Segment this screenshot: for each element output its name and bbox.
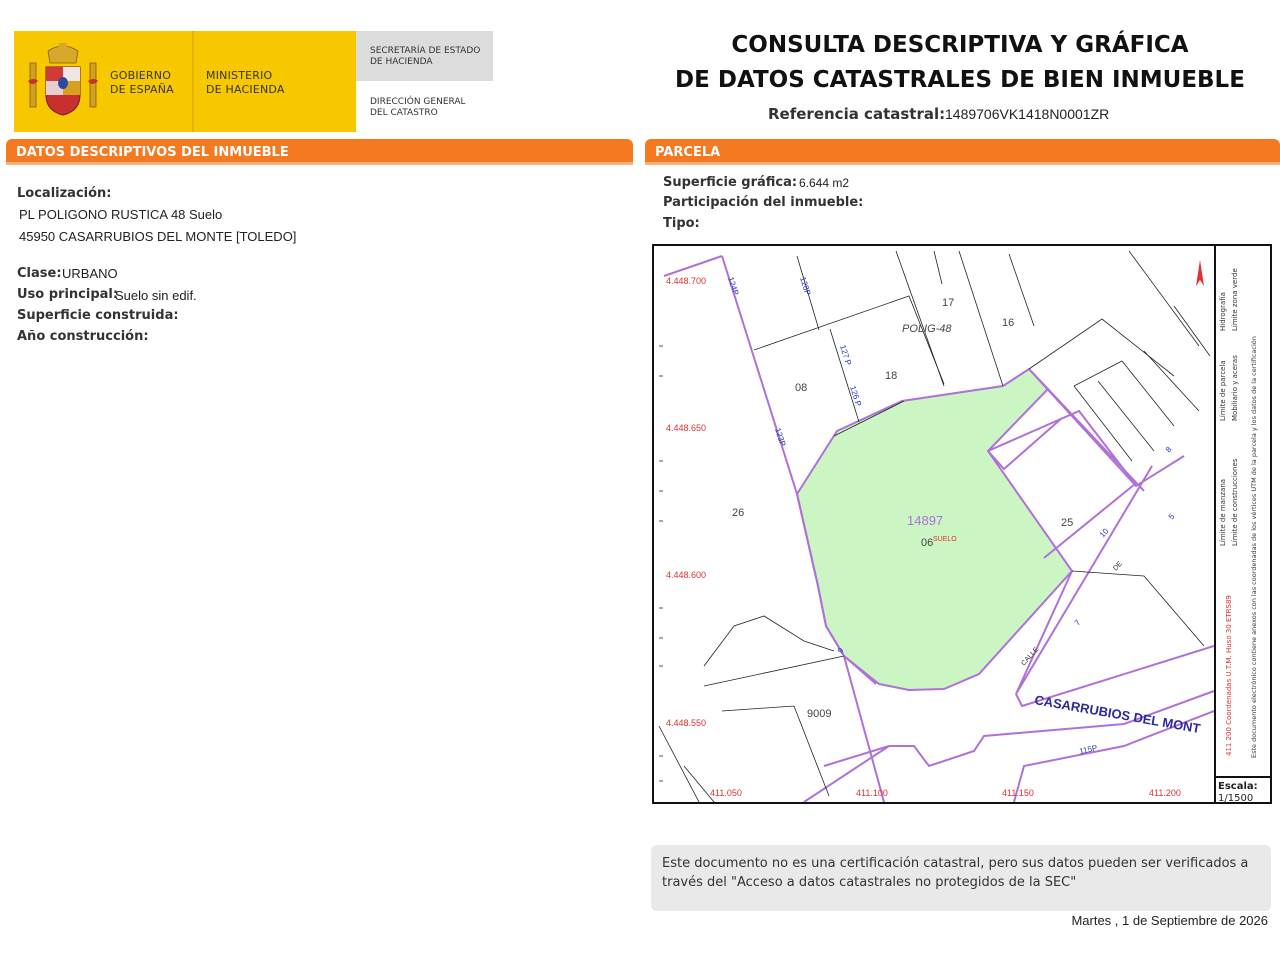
scale-value: 1/1500	[1218, 793, 1254, 804]
notice-line2: través del "Acceso a datos catastrales n…	[662, 875, 1077, 890]
direccion-text: DIRECCIÓN GENERAL DEL CATASTRO	[370, 97, 466, 119]
coord-x-3: 411.150	[1002, 788, 1034, 798]
cadastral-map[interactable]: 4.448.700 4.448.650 4.448.600 4.448.550 …	[652, 244, 1272, 804]
street-word-de: DE	[1112, 560, 1124, 572]
parcel-sub-label: 06	[921, 537, 933, 549]
road-126p: 126 P	[848, 385, 863, 408]
north-arrow-icon	[1196, 260, 1204, 286]
document-date: Martes , 1 de Septiembre de 2026	[1071, 913, 1268, 928]
participacion-label: Participación del inmueble:	[663, 195, 864, 210]
notice-line1: Este documento no es una certificación c…	[662, 856, 1249, 871]
legend-limite-parcela: Límite de parcela	[1219, 360, 1227, 421]
secretaria-line1: SECRETARÍA DE ESTADO	[370, 46, 481, 56]
polig-label: POLIG-48	[902, 323, 952, 335]
verification-notice: Este documento no es una certificación c…	[651, 845, 1271, 911]
clase-label: Clase:	[17, 266, 62, 281]
legend-construcciones: Límite de construcciones	[1231, 458, 1239, 546]
road-8: 8	[1164, 445, 1174, 455]
suelo-label: SUELO	[933, 536, 957, 543]
ministerio-line2: DE HACIENDA	[206, 83, 285, 96]
ministerio-text: MINISTERIO DE HACIENDA	[206, 69, 285, 97]
parcela-section-header: PARCELA	[645, 139, 1280, 165]
legend-utm: 411 200 Coordenadas U.T.M. Huso 30 ETRS8…	[1225, 595, 1233, 756]
logo-divider	[192, 31, 194, 132]
road-5: 5	[1167, 512, 1177, 522]
ref-catastral-value: 1489706VK1418N0001ZR	[945, 106, 1110, 122]
clase-value: URBANO	[62, 266, 118, 281]
uso-value: Suelo sin edif.	[115, 288, 197, 303]
coord-x-2: 411.100	[856, 788, 888, 798]
direccion-line2: DEL CATASTRO	[370, 108, 438, 118]
coord-y-1: 4.448.700	[666, 276, 706, 286]
gobierno-line1: GOBIERNO	[110, 69, 172, 82]
scale-label: Escala:	[1218, 781, 1258, 792]
secretaria-text: SECRETARÍA DE ESTADO DE HACIENDA	[370, 46, 480, 68]
parcel-label-16: 16	[1002, 317, 1014, 329]
page-title-line2: DE DATOS CATASTRALES DE BIEN INMUEBLE	[675, 67, 1245, 93]
legend-separator	[1214, 246, 1216, 802]
road-7: 7	[1073, 618, 1083, 628]
superficie-construida-label: Superficie construida:	[17, 308, 179, 323]
edge-ticks	[659, 345, 663, 782]
localizacion-line2: 45950 CASARRUBIOS DEL MONTE [TOLEDO]	[19, 229, 297, 244]
parcel-label-17: 17	[942, 297, 954, 309]
parcel-number: 14897	[907, 513, 943, 528]
coat-of-arms-icon	[28, 43, 98, 116]
coord-y-3: 4.448.600	[666, 570, 706, 580]
localizacion-line1: PL POLIGONO RUSTICA 48 Suelo	[19, 207, 223, 222]
parcel-label-08: 08	[795, 382, 807, 394]
coord-x-1: 411.050	[710, 788, 742, 798]
superficie-grafica-label: Superficie gráfica:	[663, 175, 798, 190]
coord-x-4: 411.200	[1149, 788, 1181, 798]
government-logo	[14, 31, 356, 132]
coord-y-2: 4.448.650	[666, 423, 706, 433]
superficie-grafica-value: 6.644 m2	[799, 176, 850, 190]
legend-zona-verde: Límite zona verde	[1231, 268, 1239, 331]
anio-construccion-label: Año construcción:	[17, 329, 149, 344]
parcel-label-18: 18	[885, 370, 897, 382]
direccion-line1: DIRECCIÓN GENERAL	[370, 97, 466, 107]
secretaria-line2: DE HACIENDA	[370, 57, 433, 67]
legend-documento-note: Este documento electrónico contiene anex…	[1250, 336, 1258, 758]
road-124p: 124P	[726, 276, 740, 297]
ref-catastral-label: Referencia catastral:	[768, 105, 946, 123]
parcel-label-26: 26	[732, 507, 744, 519]
tipo-label: Tipo:	[663, 216, 700, 231]
road-123p: 123P	[773, 427, 787, 448]
parcel-area	[795, 367, 1074, 692]
parcel-label-9009: 9009	[807, 708, 831, 720]
ministerio-line1: MINISTERIO	[206, 69, 273, 82]
localizacion-label: Localización:	[17, 186, 112, 201]
legend-mobiliario: Mobiliario y aceras	[1231, 355, 1239, 421]
coord-y-4: 4.448.550	[666, 718, 706, 728]
legend-limite-manzana: Límite de manzana	[1219, 478, 1227, 546]
legend-hidrografia: Hidrografía	[1219, 292, 1227, 331]
gobierno-line2: DE ESPAÑA	[110, 83, 174, 96]
uso-label: Uso principal:	[17, 287, 119, 302]
map-drawing: 4.448.700 4.448.650 4.448.600 4.448.550 …	[658, 250, 1214, 802]
datos-section-header: DATOS DESCRIPTIVOS DEL INMUEBLE	[6, 139, 633, 165]
road-115p: 115P	[1079, 743, 1099, 756]
parcel-label-25: 25	[1061, 517, 1073, 529]
page-title-line1: CONSULTA DESCRIPTIVA Y GRÁFICA	[731, 32, 1189, 58]
gobierno-text: GOBIERNO DE ESPAÑA	[110, 69, 174, 97]
road-128p: 128P	[798, 276, 812, 297]
